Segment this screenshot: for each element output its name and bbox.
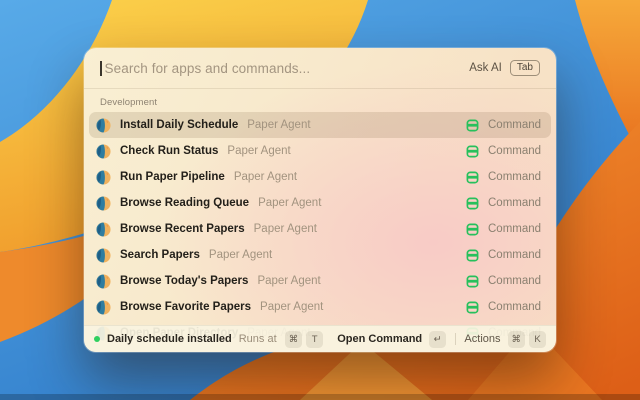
return-key-badge: ↵ (429, 331, 446, 348)
list-item-title: Search Papers (120, 249, 200, 261)
paper-agent-app-icon (96, 118, 111, 133)
terminal-command-icon (466, 223, 479, 236)
search-bar[interactable]: Search for apps and commands... Ask AI T… (84, 48, 556, 88)
open-command-button[interactable]: Open Command (337, 333, 422, 345)
tab-key-badge: Tab (510, 60, 540, 77)
list-item-subtitle: Paper Agent (247, 119, 310, 131)
terminal-command-icon (466, 145, 479, 158)
paper-agent-app-icon (96, 222, 111, 237)
list-item-type-label: Command (488, 171, 544, 183)
search-divider (84, 88, 556, 89)
footer-bar: Daily schedule installed Runs at 04:00 a… (84, 325, 556, 352)
actions-button[interactable]: Actions (464, 333, 500, 345)
list-item-title: Browse Today's Papers (120, 275, 248, 287)
terminal-command-icon (466, 119, 479, 132)
terminal-command-icon (466, 171, 479, 184)
list-item[interactable]: Run Paper Pipeline Paper Agent Command (89, 164, 551, 190)
search-input[interactable]: Search for apps and commands... (105, 61, 470, 76)
list-item[interactable]: Browse Today's Papers Paper Agent Comman… (89, 268, 551, 294)
paper-agent-app-icon (96, 248, 111, 263)
list-item-title: Check Run Status (120, 145, 218, 157)
desktop: Search for apps and commands... Ask AI T… (0, 0, 640, 400)
terminal-command-icon (466, 275, 479, 288)
toast-shortcut-keys[interactable]: ⌘T (285, 331, 324, 348)
launcher-window: Search for apps and commands... Ask AI T… (84, 48, 556, 352)
list-item-type-label: Command (488, 145, 544, 157)
text-cursor (100, 61, 102, 76)
list-item-type-label: Command (488, 301, 544, 313)
list-item-type-label: Command (488, 119, 544, 131)
actions-shortcut-keys: ⌘K (508, 331, 547, 348)
list-item-type-label: Command (488, 223, 544, 235)
toast-status-dot (94, 336, 100, 342)
list-item[interactable]: Browse Favorite Papers Paper Agent Comma… (89, 294, 551, 320)
terminal-command-icon (466, 249, 479, 262)
list-item[interactable]: Search Papers Paper Agent Command (89, 242, 551, 268)
list-item-subtitle: Paper Agent (260, 301, 323, 313)
list-item-title: Install Daily Schedule (120, 119, 238, 131)
paper-agent-app-icon (96, 196, 111, 211)
toast-title: Daily schedule installed (107, 333, 232, 345)
list-item-type-label: Command (488, 197, 544, 209)
ask-ai-button[interactable]: Ask AI (469, 62, 502, 74)
paper-agent-app-icon (96, 170, 111, 185)
command-list: Install Daily Schedule Paper Agent Comma… (89, 112, 551, 346)
terminal-command-icon (466, 197, 479, 210)
list-item-type-label: Command (488, 275, 544, 287)
list-item-title: Browse Reading Queue (120, 197, 249, 209)
list-item-title: Run Paper Pipeline (120, 171, 225, 183)
key-badge: ⌘ (508, 331, 526, 348)
toast-subtitle: Runs at 04:00 and catches u... (239, 333, 278, 345)
key-badge: ⌘ (285, 331, 303, 348)
list-item-subtitle: Paper Agent (234, 171, 297, 183)
section-header-development: Development (100, 97, 540, 108)
key-badge: K (529, 331, 546, 348)
list-item-subtitle: Paper Agent (257, 275, 320, 287)
list-item-title: Browse Favorite Papers (120, 301, 251, 313)
paper-agent-app-icon (96, 144, 111, 159)
list-item-subtitle: Paper Agent (209, 249, 272, 261)
list-item[interactable]: Check Run Status Paper Agent Command (89, 138, 551, 164)
list-item-subtitle: Paper Agent (227, 145, 290, 157)
list-item[interactable]: Browse Reading Queue Paper Agent Command (89, 190, 551, 216)
list-item-subtitle: Paper Agent (254, 223, 317, 235)
paper-agent-app-icon (96, 274, 111, 289)
terminal-command-icon (466, 301, 479, 314)
list-item[interactable]: Browse Recent Papers Paper Agent Command (89, 216, 551, 242)
paper-agent-app-icon (96, 300, 111, 315)
key-badge: T (306, 331, 323, 348)
list-item-subtitle: Paper Agent (258, 197, 321, 209)
list-item-type-label: Command (488, 249, 544, 261)
list-item-title: Browse Recent Papers (120, 223, 245, 235)
list-item[interactable]: Install Daily Schedule Paper Agent Comma… (89, 112, 551, 138)
